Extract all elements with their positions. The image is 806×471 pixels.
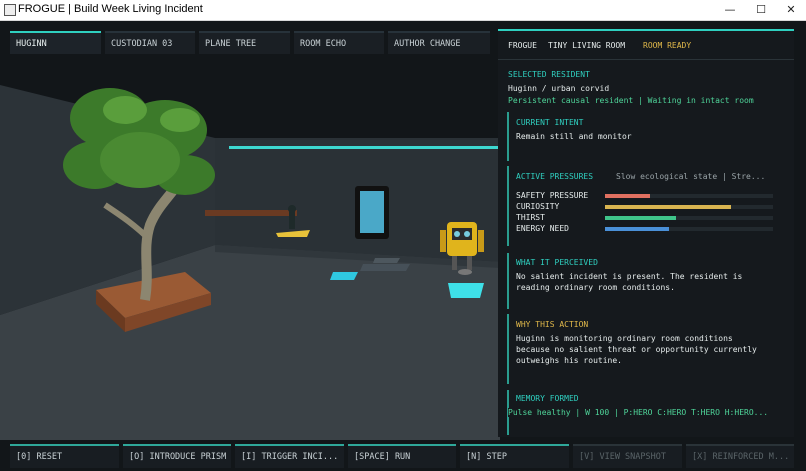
pressure-label: THIRST <box>516 213 545 222</box>
pressure-label: ENERGY NEED <box>516 224 569 233</box>
current-intent-value: Remain still and monitor <box>516 132 632 141</box>
resident-status: Persistent causal resident | Waiting in … <box>508 96 754 105</box>
tab-huginn[interactable]: HUGINN <box>10 31 101 54</box>
window-titlebar: FROGUE | Build Week Living Incident — ☐ … <box>0 0 806 21</box>
panel-room-name: TINY LIVING ROOM <box>548 41 626 50</box>
current-intent-section: CURRENT INTENT Remain still and monitor <box>507 112 783 161</box>
pressure-bar-fill <box>605 205 731 209</box>
perch-plank <box>205 210 297 216</box>
pressure-bar-fill <box>605 216 676 220</box>
close-button[interactable]: ✕ <box>776 0 806 20</box>
pressure-bar <box>605 216 773 220</box>
perceived-label: WHAT IT PERCEIVED <box>516 258 598 267</box>
trigger-incident-button[interactable]: [I] TRIGGER INCI... <box>235 444 344 468</box>
why-section: WHY THIS ACTION Huginn is monitoring ord… <box>507 314 783 384</box>
robot-pad[interactable] <box>448 283 484 298</box>
why-line-3: outweighs his routine. <box>516 356 622 365</box>
wall-light-strip <box>229 146 499 149</box>
active-pressures-label: ACTIVE PRESSURES <box>516 172 594 181</box>
view-snapshot-button[interactable]: [V] VIEW SNAPSHOT <box>573 444 682 468</box>
app-icon <box>4 4 16 16</box>
perceived-line-2: reading ordinary room conditions. <box>516 283 675 292</box>
portal-screen <box>360 191 384 233</box>
minimize-button[interactable]: — <box>715 0 745 20</box>
tab-room-echo[interactable]: ROOM ECHO <box>294 31 384 54</box>
pressure-label: CURIOSITY <box>516 202 560 211</box>
huginn-raven[interactable] <box>289 211 295 229</box>
window-title: FROGUE | Build Week Living Incident <box>18 3 203 15</box>
divider <box>498 59 794 60</box>
selected-resident-label: SELECTED RESIDENT <box>508 70 590 79</box>
introduce-prism-button[interactable]: [O] INTRODUCE PRISM <box>123 444 231 468</box>
why-label: WHY THIS ACTION <box>516 320 589 329</box>
resident-panel: FROGUE TINY LIVING ROOM ROOM READY SELEC… <box>498 29 794 437</box>
perceived-section: WHAT IT PERCEIVED No salient incident is… <box>507 253 783 309</box>
tab-author-change[interactable]: AUTHOR CHANGE <box>388 31 490 54</box>
perceived-line-1: No salient incident is present. The resi… <box>516 272 743 281</box>
step-button[interactable]: [N] STEP <box>460 444 569 468</box>
reinforced-memory-button[interactable]: [X] REINFORCED M... <box>686 444 794 468</box>
tab-plane-tree[interactable]: PLANE TREE <box>199 31 290 54</box>
maximize-button[interactable]: ☐ <box>746 0 776 20</box>
current-intent-label: CURRENT INTENT <box>516 118 584 127</box>
pressure-bar-fill <box>605 227 669 231</box>
pressure-bar-fill <box>605 194 651 198</box>
room-status: ROOM READY <box>643 41 692 50</box>
why-line-1: Huginn is monitoring ordinary room condi… <box>516 334 733 343</box>
action-bar: [0] RESET [O] INTRODUCE PRISM [I] TRIGGE… <box>0 440 806 471</box>
why-line-2: because no salient threat or opportunity… <box>516 345 757 354</box>
pressure-bar <box>605 205 773 209</box>
tree-canopy <box>63 88 215 195</box>
active-pressures-summary: Slow ecological state | Stre... <box>616 172 766 181</box>
pressure-label: SAFETY PRESSURE <box>516 191 589 200</box>
pressure-bar <box>605 227 773 231</box>
water-tile[interactable] <box>330 272 358 280</box>
run-button[interactable]: [SPACE] RUN <box>348 444 456 468</box>
pressure-bar <box>605 194 773 198</box>
active-pressures-section: ACTIVE PRESSURES Slow ecological state |… <box>507 166 783 246</box>
panel-app-name: FROGUE <box>508 41 537 50</box>
tab-custodian-03[interactable]: CUSTODIAN 03 <box>105 31 195 54</box>
reset-button[interactable]: [0] RESET <box>10 444 119 468</box>
memory-label: MEMORY FORMED <box>516 394 579 403</box>
pulse-status: Pulse healthy | W 100 | P:HERO C:HERO T:… <box>508 408 773 417</box>
resident-name: Huginn / urban corvid <box>508 84 610 93</box>
